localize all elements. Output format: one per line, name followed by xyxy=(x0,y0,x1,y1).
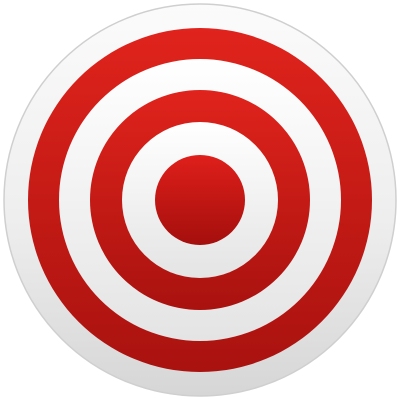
target-icon xyxy=(3,3,397,397)
target-rings xyxy=(28,28,372,372)
target-icon-container xyxy=(0,0,400,400)
bullseye xyxy=(155,155,245,245)
